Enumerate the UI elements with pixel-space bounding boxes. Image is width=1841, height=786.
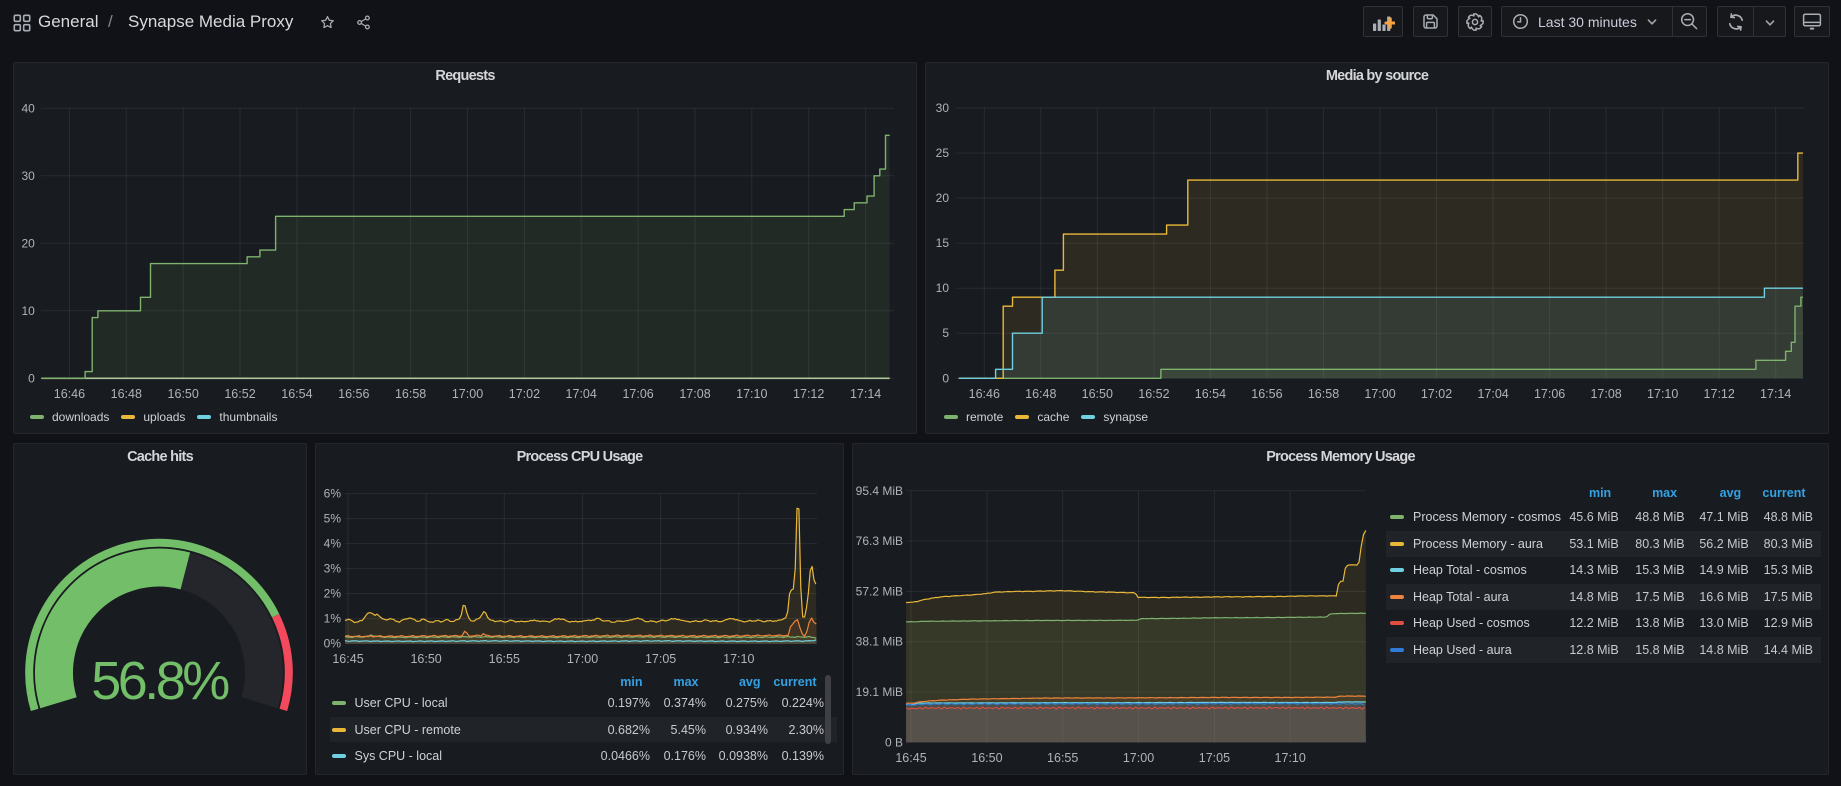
svg-text:16:58: 16:58 bbox=[1308, 387, 1339, 401]
svg-text:20: 20 bbox=[21, 236, 35, 250]
svg-text:16:52: 16:52 bbox=[1138, 387, 1169, 401]
svg-text:17:02: 17:02 bbox=[509, 387, 540, 401]
svg-text:17:10: 17:10 bbox=[1275, 751, 1306, 765]
svg-text:20: 20 bbox=[936, 191, 950, 205]
svg-text:16:46: 16:46 bbox=[969, 387, 1000, 401]
svg-text:5%: 5% bbox=[324, 512, 342, 526]
svg-text:16:48: 16:48 bbox=[111, 387, 142, 401]
svg-text:30: 30 bbox=[21, 169, 35, 183]
svg-text:0 B: 0 B bbox=[885, 735, 903, 749]
svg-text:57.2 MiB: 57.2 MiB bbox=[856, 584, 903, 598]
svg-text:3%: 3% bbox=[324, 562, 342, 576]
svg-text:16:50: 16:50 bbox=[410, 652, 441, 666]
svg-text:16:56: 16:56 bbox=[1251, 387, 1282, 401]
svg-text:16:54: 16:54 bbox=[1195, 387, 1226, 401]
svg-text:17:10: 17:10 bbox=[1647, 387, 1678, 401]
svg-text:17:12: 17:12 bbox=[793, 387, 824, 401]
svg-text:17:00: 17:00 bbox=[1123, 751, 1154, 765]
svg-text:17:00: 17:00 bbox=[567, 652, 598, 666]
svg-text:16:56: 16:56 bbox=[338, 387, 369, 401]
svg-text:95.4 MiB: 95.4 MiB bbox=[856, 484, 903, 498]
svg-text:16:48: 16:48 bbox=[1025, 387, 1056, 401]
svg-text:17:00: 17:00 bbox=[452, 387, 483, 401]
svg-text:16:55: 16:55 bbox=[489, 652, 520, 666]
svg-text:17:10: 17:10 bbox=[723, 652, 754, 666]
svg-text:15: 15 bbox=[936, 236, 950, 250]
svg-text:10: 10 bbox=[21, 304, 35, 318]
svg-text:25: 25 bbox=[936, 146, 950, 160]
svg-text:16:52: 16:52 bbox=[224, 387, 255, 401]
svg-text:17:08: 17:08 bbox=[1590, 387, 1621, 401]
svg-text:16:46: 16:46 bbox=[54, 387, 85, 401]
svg-text:16:58: 16:58 bbox=[395, 387, 426, 401]
svg-text:0%: 0% bbox=[324, 637, 342, 651]
svg-text:17:05: 17:05 bbox=[1199, 751, 1230, 765]
svg-text:17:14: 17:14 bbox=[850, 387, 881, 401]
svg-text:76.3 MiB: 76.3 MiB bbox=[856, 534, 903, 548]
svg-text:17:04: 17:04 bbox=[566, 387, 597, 401]
svg-text:2%: 2% bbox=[324, 587, 342, 601]
svg-text:17:14: 17:14 bbox=[1760, 387, 1791, 401]
svg-text:17:10: 17:10 bbox=[736, 387, 767, 401]
svg-text:6%: 6% bbox=[324, 487, 342, 501]
svg-text:19.1 MiB: 19.1 MiB bbox=[856, 685, 903, 699]
svg-text:17:08: 17:08 bbox=[679, 387, 710, 401]
svg-text:17:06: 17:06 bbox=[1534, 387, 1565, 401]
svg-text:16:50: 16:50 bbox=[168, 387, 199, 401]
svg-text:17:06: 17:06 bbox=[622, 387, 653, 401]
svg-text:10: 10 bbox=[936, 281, 950, 295]
svg-text:30: 30 bbox=[936, 101, 950, 115]
svg-text:17:05: 17:05 bbox=[645, 652, 676, 666]
svg-text:0: 0 bbox=[28, 371, 35, 385]
svg-text:40: 40 bbox=[21, 101, 35, 115]
svg-text:17:04: 17:04 bbox=[1477, 387, 1508, 401]
svg-text:17:12: 17:12 bbox=[1704, 387, 1735, 401]
svg-text:16:55: 16:55 bbox=[1047, 751, 1078, 765]
svg-text:1%: 1% bbox=[324, 612, 342, 626]
svg-text:0: 0 bbox=[942, 371, 949, 385]
svg-text:16:45: 16:45 bbox=[332, 652, 363, 666]
svg-text:17:02: 17:02 bbox=[1421, 387, 1452, 401]
svg-text:16:45: 16:45 bbox=[895, 751, 926, 765]
svg-text:17:00: 17:00 bbox=[1364, 387, 1395, 401]
svg-text:16:50: 16:50 bbox=[1082, 387, 1113, 401]
svg-text:38.1 MiB: 38.1 MiB bbox=[856, 635, 903, 649]
svg-text:16:50: 16:50 bbox=[971, 751, 1002, 765]
svg-text:4%: 4% bbox=[324, 537, 342, 551]
svg-text:5: 5 bbox=[942, 326, 949, 340]
svg-text:16:54: 16:54 bbox=[281, 387, 312, 401]
